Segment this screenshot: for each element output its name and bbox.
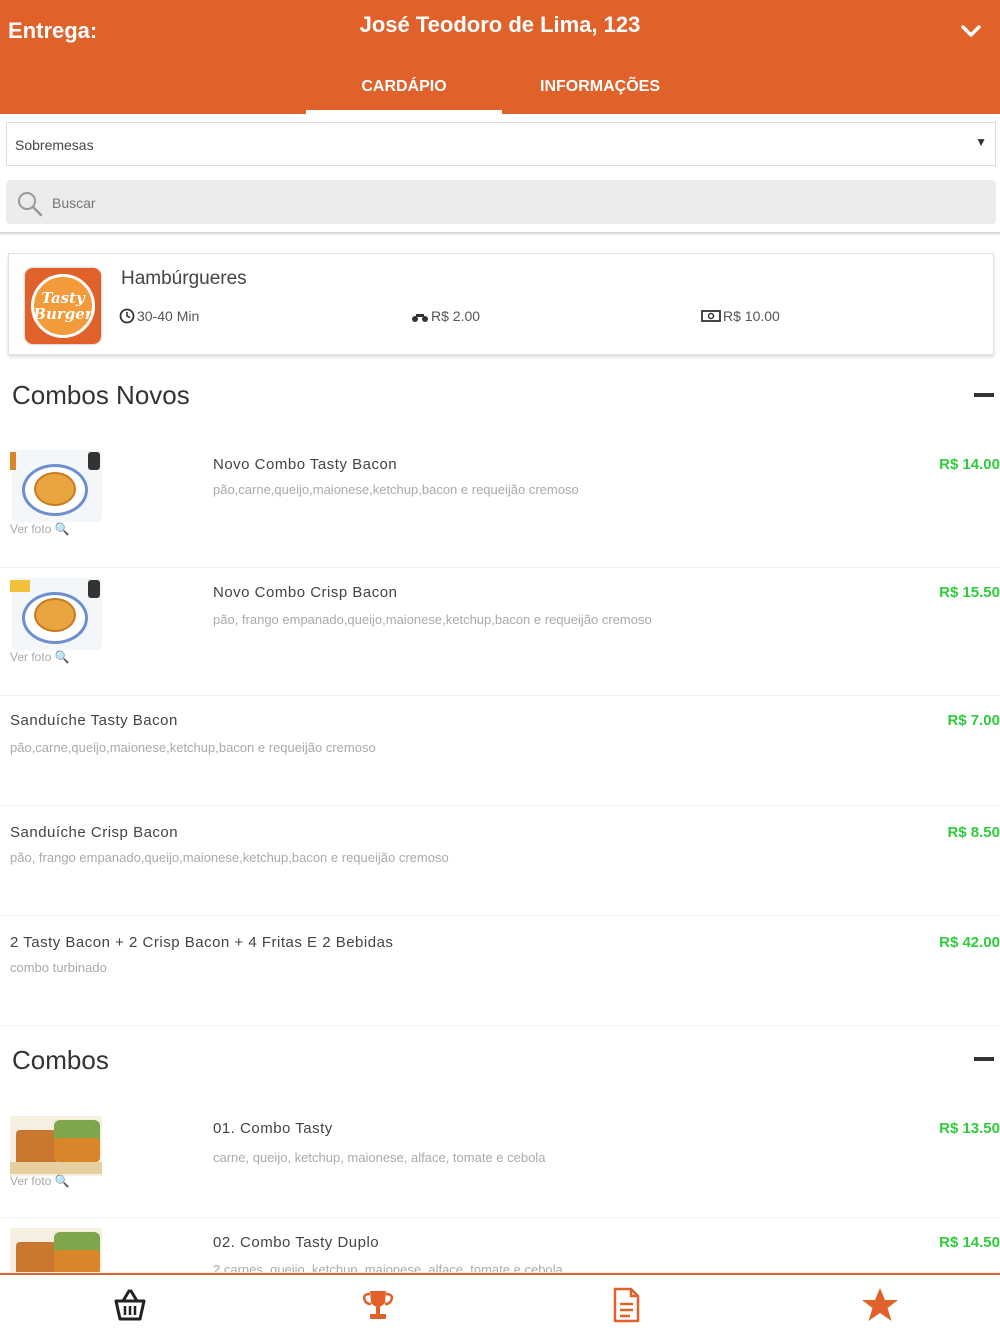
collapse-icon[interactable] <box>974 1057 994 1061</box>
search-icon <box>18 192 43 217</box>
item-title: 02. Combo Tasty Duplo <box>213 1234 380 1251</box>
tab-cardapio[interactable]: CARDÁPIO <box>306 70 502 114</box>
item-price: R$ 42.00 <box>939 934 1000 951</box>
chevron-down-icon[interactable] <box>958 18 984 44</box>
item-description: pão, frango empanado,queijo,maionese,ket… <box>213 612 652 627</box>
trophy-icon[interactable] <box>358 1285 398 1325</box>
divider <box>0 232 1000 236</box>
store-card[interactable]: Tasty Burger Hambúrgueres 30-40 Min R$ 2.… <box>8 253 994 355</box>
item-price: R$ 14.00 <box>939 456 1000 473</box>
collapse-icon[interactable] <box>974 393 994 397</box>
menu-item[interactable]: 2 Tasty Bacon + 2 Crisp Bacon + 4 Fritas… <box>0 916 1000 1026</box>
item-title: Novo Combo Tasty Bacon <box>213 456 398 473</box>
tab-bar: CARDÁPIO INFORMAÇÕES <box>306 70 698 114</box>
item-price: R$ 13.50 <box>939 1120 1000 1137</box>
food-photo[interactable] <box>10 450 102 522</box>
bottom-nav <box>0 1273 1000 1334</box>
search-bar <box>6 180 996 224</box>
item-price: R$ 7.00 <box>947 712 1000 729</box>
item-description: pão, frango empanado,queijo,maionese,ket… <box>10 850 449 865</box>
motorcycle-icon <box>412 314 428 322</box>
dropdown-arrow-icon: ▼ <box>975 135 987 149</box>
category-select-value: Sobremesas <box>15 137 94 153</box>
document-icon[interactable] <box>606 1285 646 1325</box>
section-title: Combos <box>12 1045 109 1075</box>
item-title: Sanduíche Tasty Bacon <box>10 712 178 729</box>
store-name: Hambúrgueres <box>121 268 247 289</box>
item-title: Sanduíche Crisp Bacon <box>10 824 179 841</box>
item-description: pão,carne,queijo,maionese,ketchup,bacon … <box>10 740 376 755</box>
item-description: 2 carnes, queijo, ketchup, maionese, alf… <box>213 1262 563 1273</box>
menu-item[interactable]: Ver foto 🔍 01. Combo Tasty carne, queijo… <box>0 1104 1000 1218</box>
delivery-address[interactable]: José Teodoro de Lima, 123 <box>0 12 1000 38</box>
menu-item[interactable]: Ver foto 🔍 Novo Combo Crisp Bacon pão, f… <box>0 568 1000 696</box>
item-title: 2 Tasty Bacon + 2 Crisp Bacon + 4 Fritas… <box>10 934 394 951</box>
star-icon[interactable] <box>860 1285 900 1325</box>
menu-item[interactable]: Sanduíche Tasty Bacon pão,carne,queijo,m… <box>0 696 1000 806</box>
search-input[interactable] <box>52 190 952 216</box>
menu-item[interactable]: Ver foto 🔍 Novo Combo Tasty Bacon pão,ca… <box>0 440 1000 568</box>
section-title: Combos Novos <box>12 380 190 410</box>
clock-icon <box>119 308 135 324</box>
item-price: R$ 15.50 <box>939 584 1000 601</box>
item-title: Novo Combo Crisp Bacon <box>213 584 398 601</box>
category-select[interactable]: Sobremesas ▼ <box>6 122 996 166</box>
basket-icon[interactable] <box>110 1285 150 1325</box>
min-order: R$ 10.00 <box>701 308 780 324</box>
tab-informacoes[interactable]: INFORMAÇÕES <box>502 70 698 114</box>
delivery-fee: R$ 2.00 <box>411 308 480 324</box>
menu-item[interactable]: 02. Combo Tasty Duplo 2 carnes, queijo, … <box>0 1218 1000 1273</box>
item-price: R$ 8.50 <box>947 824 1000 841</box>
cash-icon <box>701 310 721 322</box>
food-photo[interactable] <box>10 578 102 650</box>
food-photo[interactable] <box>10 1228 102 1272</box>
app-header: Entrega: José Teodoro de Lima, 123 CARDÁ… <box>0 0 1000 114</box>
view-photo-link[interactable]: Ver foto 🔍 <box>10 522 70 536</box>
view-photo-link[interactable]: Ver foto 🔍 <box>10 650 70 664</box>
item-description: carne, queijo, ketchup, maionese, alface… <box>213 1150 546 1165</box>
food-photo[interactable] <box>10 1116 102 1176</box>
item-price: R$ 14.50 <box>939 1234 1000 1251</box>
item-description: combo turbinado <box>10 960 107 975</box>
store-logo: Tasty Burger <box>25 268 101 344</box>
item-description: pão,carne,queijo,maionese,ketchup,bacon … <box>213 482 579 497</box>
delivery-time: 30-40 Min <box>119 308 199 324</box>
view-photo-link[interactable]: Ver foto 🔍 <box>10 1174 70 1188</box>
item-title: 01. Combo Tasty <box>213 1120 333 1137</box>
menu-item[interactable]: Sanduíche Crisp Bacon pão, frango empana… <box>0 806 1000 916</box>
